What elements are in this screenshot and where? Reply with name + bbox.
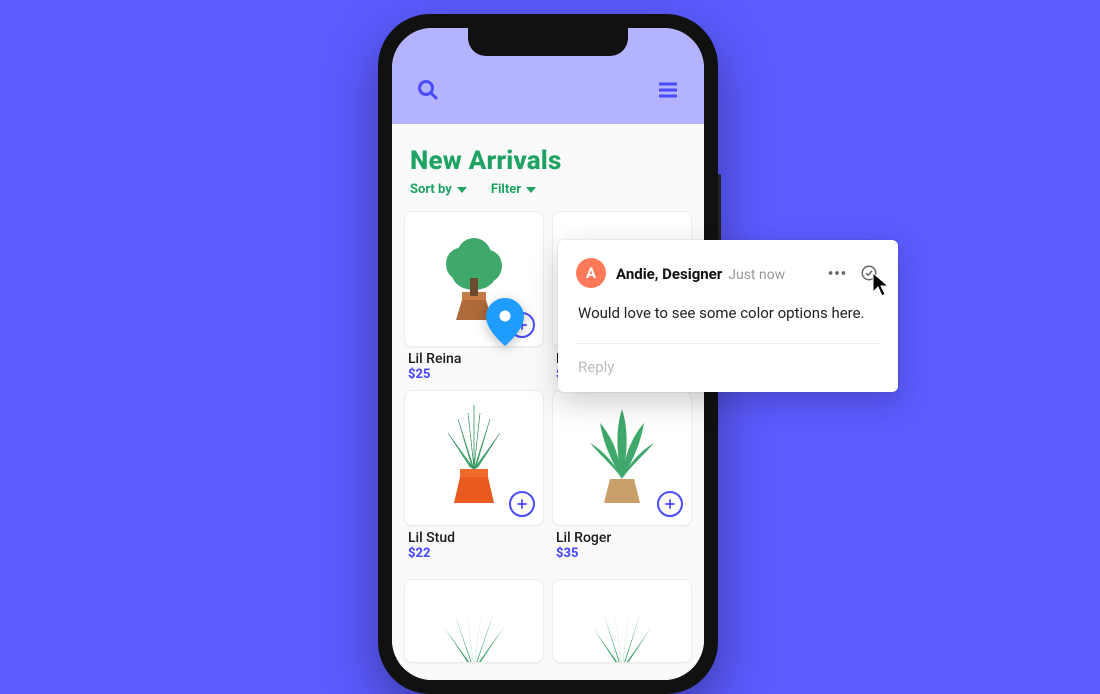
list-controls: Sort by Filter xyxy=(410,182,686,197)
product-cell: Lil Stud $22 xyxy=(404,390,544,561)
chevron-down-icon xyxy=(457,187,467,193)
hamburger-menu-icon[interactable] xyxy=(654,76,682,104)
app-content: New Arrivals Sort by Filter xyxy=(392,124,704,680)
page-title: New Arrivals xyxy=(410,146,686,176)
product-tile[interactable] xyxy=(404,390,544,526)
plant-image xyxy=(426,399,522,517)
product-price: $25 xyxy=(408,367,540,382)
product-tile[interactable] xyxy=(552,579,692,663)
comment-author-line: Andie, Designer Just now xyxy=(616,264,785,283)
comment-popover: A Andie, Designer Just now Would love to… xyxy=(558,240,898,392)
comment-author: Andie, Designer xyxy=(616,265,722,283)
comment-body: Would love to see some color options her… xyxy=(576,302,880,325)
product-meta: Lil Roger $35 xyxy=(556,530,688,561)
product-name: Lil Reina xyxy=(408,351,540,367)
plant-image xyxy=(426,584,522,663)
product-tile[interactable] xyxy=(404,579,544,663)
avatar: A xyxy=(576,258,606,288)
product-cell xyxy=(404,579,544,663)
product-tile[interactable] xyxy=(552,390,692,526)
phone-notch xyxy=(468,28,628,56)
sort-by-dropdown[interactable]: Sort by xyxy=(410,182,467,197)
search-icon[interactable] xyxy=(414,76,442,104)
more-options-icon[interactable] xyxy=(826,262,848,284)
comment-pin-icon[interactable] xyxy=(484,296,526,348)
filter-label: Filter xyxy=(491,182,521,197)
product-cell xyxy=(552,579,692,663)
comment-header: A Andie, Designer Just now xyxy=(576,258,880,288)
product-name: Lil Stud xyxy=(408,530,540,546)
reply-input[interactable]: Reply xyxy=(576,343,880,392)
product-meta: Lil Stud $22 xyxy=(408,530,540,561)
plant-image xyxy=(574,399,670,517)
product-price: $22 xyxy=(408,546,540,561)
product-meta: Lil Reina $25 xyxy=(408,351,540,382)
resolve-check-icon[interactable] xyxy=(858,262,880,284)
plant-image xyxy=(574,584,670,663)
filter-dropdown[interactable]: Filter xyxy=(491,182,536,197)
product-name: Lil Roger xyxy=(556,530,688,546)
comment-timestamp: Just now xyxy=(728,267,785,283)
chevron-down-icon xyxy=(526,187,536,193)
product-price: $35 xyxy=(556,546,688,561)
add-to-cart-button[interactable] xyxy=(509,491,535,517)
add-to-cart-button[interactable] xyxy=(657,491,683,517)
product-cell: Lil Roger $35 xyxy=(552,390,692,561)
sort-by-label: Sort by xyxy=(410,182,452,197)
